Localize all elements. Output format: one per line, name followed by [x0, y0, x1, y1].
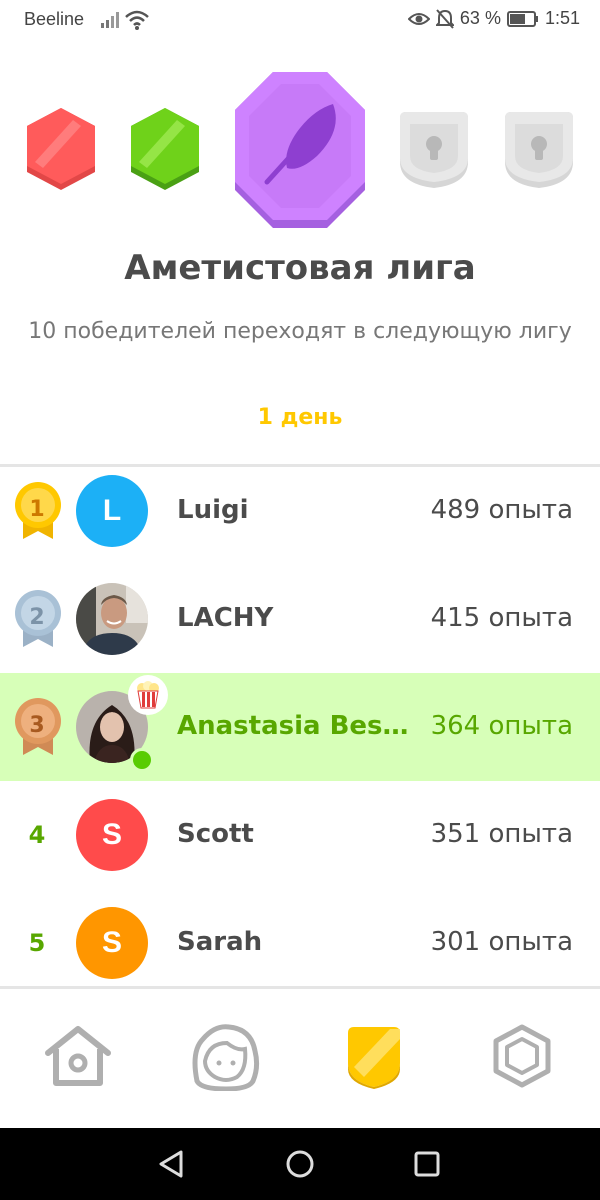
online-indicator: [130, 748, 154, 772]
leaderboard-row[interactable]: 2 LACHY 415 опыта: [0, 565, 600, 673]
avatar-initial: S: [101, 818, 122, 851]
user-xp: 364 опыта: [430, 711, 573, 741]
avatar-initial: S: [101, 926, 122, 959]
amethyst-league-badge: [235, 72, 365, 228]
avatar[interactable]: S: [76, 799, 148, 871]
recents-button[interactable]: [409, 1146, 445, 1182]
avatar-initial: L: [102, 494, 122, 527]
back-icon: [159, 1150, 183, 1178]
user-xp: 415 опыта: [430, 603, 573, 633]
user-name[interactable]: Luigi: [177, 495, 249, 525]
leaderboard-row[interactable]: 4 S Scott 351 опыта: [0, 781, 600, 889]
league-timer: 1 день: [257, 405, 343, 430]
battery-icon: [506, 10, 538, 27]
locked-league-badge: [400, 112, 468, 188]
nav-profile[interactable]: [186, 1016, 266, 1096]
popcorn-icon: [137, 681, 159, 709]
nav-leagues[interactable]: [334, 1016, 414, 1096]
nav-home[interactable]: [38, 1016, 118, 1096]
leagues-icon: [348, 1027, 400, 1089]
home-circle-icon: [286, 1150, 314, 1178]
rank-number: 5: [28, 929, 46, 957]
leaderboard-row[interactable]: 1 L Luigi 489 опыта: [0, 457, 600, 565]
back-button[interactable]: [153, 1146, 189, 1182]
user-name[interactable]: Sarah: [177, 927, 262, 957]
leaderboard-row-current-user[interactable]: 3 Anastasia Bes… 364 опыта: [0, 673, 600, 781]
recents-icon: [414, 1151, 440, 1177]
leaderboard-row[interactable]: 5 S Sarah 301 опыта: [0, 889, 600, 997]
user-xp: 489 опыта: [430, 495, 573, 525]
user-name[interactable]: LACHY: [177, 603, 273, 633]
wifi-icon: [125, 10, 149, 30]
user-photo: [76, 583, 148, 655]
avatar[interactable]: L: [76, 475, 148, 547]
avatar[interactable]: S: [76, 907, 148, 979]
user-name[interactable]: Scott: [177, 819, 254, 849]
league-description: 10 победителей переходят в следующую лиг…: [28, 319, 572, 344]
home-icon: [45, 1026, 111, 1086]
avatar-photo[interactable]: [76, 583, 148, 655]
rank-number: 1: [29, 497, 45, 522]
ruby-league-badge: [27, 108, 95, 190]
clock: 1:51: [544, 8, 580, 28]
status-bar: Beeline 63 % 1:51: [0, 0, 600, 42]
system-nav-bar: [0, 1128, 600, 1200]
user-xp: 351 опыта: [430, 819, 573, 849]
rank-number: 3: [29, 713, 45, 738]
nav-shop[interactable]: [482, 1016, 562, 1096]
rank-number: 2: [29, 605, 45, 630]
rank-number: 4: [28, 821, 46, 849]
bottom-nav: [0, 990, 600, 1128]
locked-league-badge: [505, 112, 573, 188]
emerald-league-badge: [131, 108, 199, 190]
battery-percent: 63 %: [459, 8, 501, 28]
eye-icon: [407, 12, 430, 25]
divider: [0, 986, 600, 989]
profile-icon: [192, 1024, 260, 1091]
carrier-name: Beeline: [24, 9, 85, 29]
league-title: Аметистовая лига: [124, 248, 476, 288]
user-name[interactable]: Anastasia Bes…: [177, 711, 409, 741]
notifications-off-icon: [435, 8, 454, 29]
shop-icon: [493, 1024, 551, 1088]
home-button[interactable]: [282, 1146, 318, 1182]
signal-icon: [101, 12, 119, 28]
user-xp: 301 опыта: [430, 927, 573, 957]
popcorn-badge: [128, 675, 168, 715]
